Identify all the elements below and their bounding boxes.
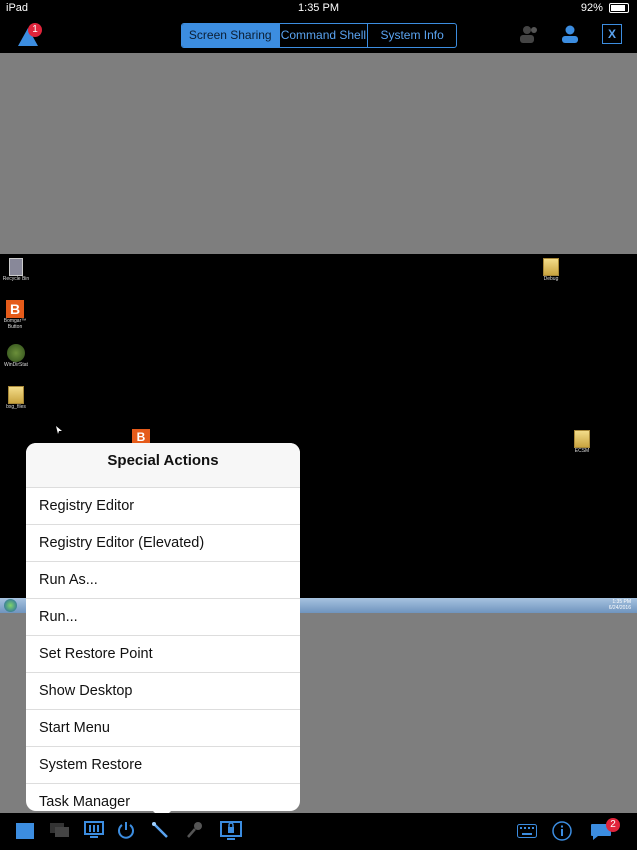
- multi-monitor-icon[interactable]: [50, 821, 70, 839]
- popover-title: Special Actions: [26, 443, 300, 488]
- desktop-icon-windirstat[interactable]: WinDirStat: [1, 344, 31, 368]
- folder-icon: [8, 386, 24, 404]
- battery-percent: 92%: [580, 2, 603, 14]
- screen-icon[interactable]: [16, 823, 34, 839]
- magic-wand-icon[interactable]: [151, 821, 169, 839]
- special-actions-popover: Special Actions Registry Editor Registry…: [26, 443, 300, 811]
- desktop-icon-bxg-files[interactable]: bxg_files: [1, 386, 31, 410]
- windows-start-icon[interactable]: [4, 599, 17, 612]
- top-toolbar: 1 Screen Sharing Command Shell System In…: [0, 16, 637, 53]
- notification-badge: 1: [28, 23, 42, 37]
- menu-item-show-desktop[interactable]: Show Desktop: [26, 673, 300, 710]
- mouse-cursor-icon: [56, 426, 62, 434]
- folder-icon: [574, 430, 590, 448]
- bottom-toolbar: 2: [0, 813, 637, 850]
- chat-badge: 2: [606, 818, 620, 832]
- menu-item-run-as[interactable]: Run As...: [26, 562, 300, 599]
- bomgar-icon: B: [6, 300, 24, 318]
- users-icon[interactable]: [520, 25, 540, 43]
- view-mode-icon[interactable]: [84, 821, 104, 839]
- tab-system-info[interactable]: System Info: [367, 24, 456, 47]
- user-icon[interactable]: [561, 25, 579, 43]
- tab-command-shell[interactable]: Command Shell: [278, 24, 368, 47]
- menu-item-task-manager[interactable]: Task Manager: [26, 784, 300, 811]
- desktop-icon-recycle-bin[interactable]: Recycle Bin: [1, 258, 31, 282]
- key-icon[interactable]: [186, 821, 204, 839]
- folder-icon: [543, 258, 559, 276]
- menu-item-set-restore-point[interactable]: Set Restore Point: [26, 636, 300, 673]
- bomgar-icon: B: [132, 429, 150, 444]
- remote-screen-margin-top: [0, 53, 637, 254]
- desktop-icon-ecsm[interactable]: ECSM: [567, 430, 597, 454]
- menu-item-registry-editor[interactable]: Registry Editor: [26, 488, 300, 525]
- battery-icon: [609, 3, 629, 14]
- close-session-button[interactable]: X: [602, 24, 622, 44]
- view-tabs: Screen Sharing Command Shell System Info: [181, 23, 457, 48]
- keyboard-icon[interactable]: [517, 824, 537, 838]
- battery-status: 92%: [581, 2, 629, 14]
- menu-item-system-restore[interactable]: System Restore: [26, 747, 300, 784]
- menu-item-registry-editor-elevated[interactable]: Registry Editor (Elevated): [26, 525, 300, 562]
- ios-status-bar: iPad 1:35 PM 92%: [0, 0, 637, 16]
- windirstat-icon: [7, 344, 25, 362]
- info-icon[interactable]: [552, 821, 572, 841]
- desktop-icon-debug[interactable]: Debug: [536, 258, 566, 282]
- power-icon[interactable]: [117, 821, 135, 839]
- menu-item-start-menu[interactable]: Start Menu: [26, 710, 300, 747]
- status-time: 1:35 PM: [298, 2, 339, 14]
- taskbar-clock: 1:35 PM 6/24/2016: [608, 599, 631, 611]
- desktop-icon-bomgar-button[interactable]: B Bomgar™ Button: [0, 300, 30, 330]
- menu-item-run[interactable]: Run...: [26, 599, 300, 636]
- lock-screen-icon[interactable]: [220, 821, 242, 841]
- recycle-bin-icon: [9, 258, 23, 276]
- tab-screen-sharing[interactable]: Screen Sharing: [182, 24, 279, 47]
